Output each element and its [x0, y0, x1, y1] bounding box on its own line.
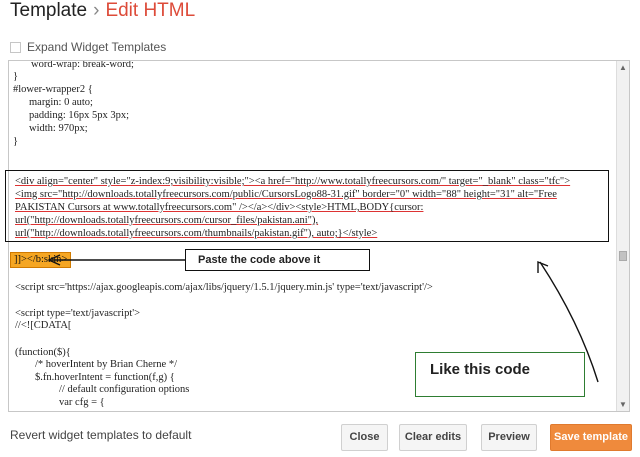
revert-templates-link[interactable]: Revert widget templates to default	[10, 428, 191, 442]
code-line: url("http://downloads.totallyfreecursors…	[15, 228, 378, 239]
code-line: width: 970px;	[29, 123, 88, 134]
code-line: PAKISTAN Cursors at www.totallyfreecurso…	[15, 202, 424, 213]
code-line: <script src='https://ajax.googleapis.com…	[15, 282, 433, 293]
code-area[interactable]: word-wrap: break-word; } #lower-wrapper2…	[13, 60, 613, 408]
breadcrumb-template[interactable]: Template	[10, 0, 87, 21]
skin-closing-tag: ]]></b:skin>	[10, 252, 72, 268]
code-line: <script type='text/javascript'>	[15, 308, 141, 319]
breadcrumb-separator: ›	[93, 0, 100, 21]
expand-widget-label: Expand Widget Templates	[27, 40, 167, 54]
code-line: /* hoverIntent by Brian Cherne */	[35, 359, 178, 370]
code-line: margin: 0 auto;	[29, 97, 93, 108]
code-line: // default configuration options	[59, 384, 190, 395]
scroll-down-icon[interactable]: ▼	[618, 399, 628, 410]
editor-scrollbar[interactable]: ▲ ▼	[616, 61, 629, 411]
code-line: word-wrap: break-word;	[31, 60, 134, 70]
close-button[interactable]: Close	[341, 424, 388, 451]
scroll-up-icon[interactable]: ▲	[618, 62, 628, 73]
preview-button[interactable]: Preview	[481, 424, 537, 451]
like-this-code-callout: Like this code	[415, 352, 585, 397]
clear-edits-button[interactable]: Clear edits	[399, 424, 467, 451]
code-line: //<![CDATA[	[15, 320, 72, 331]
code-line: <div align="center" style="z-index:9;vis…	[15, 176, 571, 187]
page-title: Edit HTML	[105, 0, 196, 21]
code-line: $.fn.hoverIntent = function(f,g) {	[35, 372, 175, 383]
code-line: <img src="http://downloads.totallyfreecu…	[15, 189, 557, 200]
code-line: url("http://downloads.totallyfreecursors…	[15, 215, 319, 226]
page-header: Template › Edit HTML	[10, 0, 195, 26]
paste-instruction-callout: Paste the code above it	[185, 249, 370, 271]
code-line: }	[13, 136, 19, 147]
code-line: padding: 16px 5px 3px;	[29, 110, 130, 121]
scrollbar-thumb[interactable]	[619, 251, 627, 261]
expand-widget-checkbox[interactable]	[10, 41, 21, 53]
save-template-button[interactable]: Save template	[550, 424, 632, 451]
code-line: var cfg = {	[59, 397, 105, 408]
expand-widget-templates-option[interactable]: Expand Widget Templates	[10, 40, 166, 54]
code-line: }	[13, 71, 19, 82]
code-line: (function($){	[15, 347, 71, 358]
code-line: #lower-wrapper2 {	[13, 84, 93, 95]
